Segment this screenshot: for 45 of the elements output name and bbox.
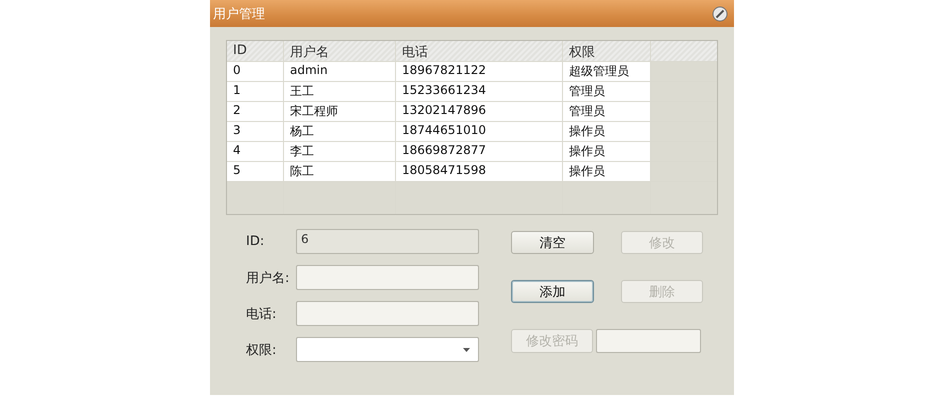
table-cell: 13202147896 bbox=[396, 102, 562, 121]
password-field[interactable] bbox=[596, 329, 701, 353]
table-cell: 18744651010 bbox=[396, 122, 562, 141]
column-header[interactable]: 用户名 bbox=[284, 41, 395, 61]
table-cell: 3 bbox=[227, 122, 283, 141]
table-cell: 管理员 bbox=[563, 102, 650, 121]
table-cell: 5 bbox=[227, 162, 283, 181]
table-cell: admin bbox=[284, 62, 395, 81]
table-cell: 18967821122 bbox=[396, 62, 562, 81]
field-label: ID: bbox=[246, 234, 266, 249]
field-label: 电话: bbox=[246, 306, 278, 322]
table-cell: 宋工程师 bbox=[284, 102, 395, 121]
table-cell: 操作员 bbox=[563, 122, 650, 141]
column-header[interactable]: 电话 bbox=[396, 41, 562, 61]
column-header[interactable]: ID bbox=[227, 41, 283, 61]
dropdown[interactable] bbox=[296, 337, 479, 362]
table-cell: 王工 bbox=[284, 82, 395, 101]
table-cell: 18669872877 bbox=[396, 142, 562, 161]
table-cell: 陈工 bbox=[284, 162, 395, 181]
input-field[interactable] bbox=[296, 301, 479, 326]
table-cell: 2 bbox=[227, 102, 283, 121]
table-cell: 杨工 bbox=[284, 122, 395, 141]
table-cell: 4 bbox=[227, 142, 283, 161]
table-cell: 0 bbox=[227, 62, 283, 81]
input-field[interactable] bbox=[296, 265, 479, 290]
table-cell: 15233661234 bbox=[396, 82, 562, 101]
table-cell: 管理员 bbox=[563, 82, 650, 101]
button: 修改密码 bbox=[511, 329, 593, 353]
table-cell: 18058471598 bbox=[396, 162, 562, 181]
dropdown-arrow-icon bbox=[463, 348, 470, 352]
table-cell: 李工 bbox=[284, 142, 395, 161]
window-title: 用户管理 bbox=[213, 6, 265, 22]
button[interactable]: 清空 bbox=[511, 231, 594, 254]
header-filler bbox=[651, 41, 717, 61]
field-label: 用户名: bbox=[246, 270, 290, 286]
button[interactable]: 添加 bbox=[511, 280, 594, 303]
close-icon[interactable] bbox=[712, 6, 728, 22]
button: 修改 bbox=[621, 231, 703, 254]
button: 删除 bbox=[621, 280, 703, 303]
table-cell: 操作员 bbox=[563, 162, 650, 181]
table-cell: 1 bbox=[227, 82, 283, 101]
field-label: 权限: bbox=[246, 342, 278, 358]
column-header[interactable]: 权限 bbox=[563, 41, 650, 61]
table-cell: 超级管理员 bbox=[563, 62, 650, 81]
table-cell: 操作员 bbox=[563, 142, 650, 161]
